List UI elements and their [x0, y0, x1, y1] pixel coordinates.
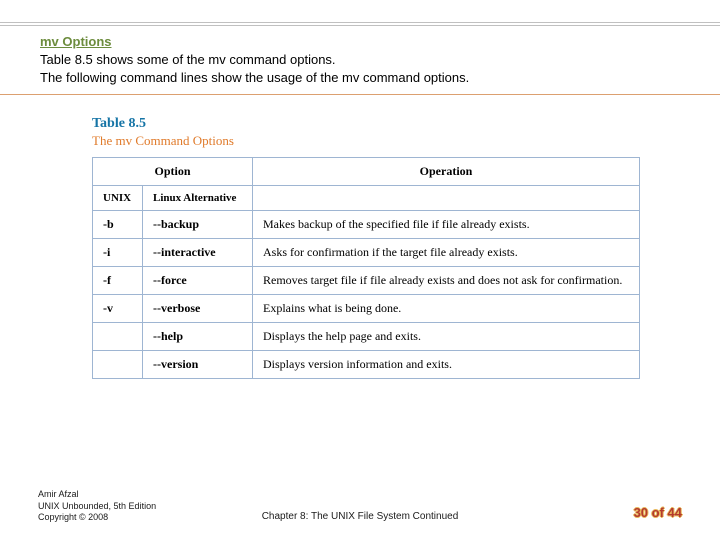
slide: mv Options Table 8.5 shows some of the m… [0, 0, 720, 540]
table-row: --version Displays version information a… [93, 351, 640, 379]
cell-unix [93, 323, 143, 351]
cell-unix [93, 351, 143, 379]
col-option: Option [93, 158, 253, 186]
intro-line-2: The following command lines show the usa… [40, 70, 469, 85]
col-operation: Operation [253, 158, 640, 186]
table-8-5: Table 8.5 The mv Command Options Option … [92, 116, 640, 379]
cell-linux: --help [143, 323, 253, 351]
cell-op: Explains what is being done. [253, 295, 640, 323]
table-title: The mv Command Options [92, 133, 640, 149]
author-name: Amir Afzal [38, 489, 79, 499]
table-header-row: Option Operation [93, 158, 640, 186]
cell-op: Removes target file if file already exis… [253, 267, 640, 295]
cell-linux: --verbose [143, 295, 253, 323]
page-number: 30 of 44 [634, 505, 682, 520]
table-row: -v --verbose Explains what is being done… [93, 295, 640, 323]
cell-unix: -v [93, 295, 143, 323]
subcol-linux: Linux Alternative [143, 186, 253, 211]
cell-unix: -f [93, 267, 143, 295]
cell-unix: -b [93, 211, 143, 239]
table-row: -i --interactive Asks for confirmation i… [93, 239, 640, 267]
slide-footer: Amir Afzal UNIX Unbounded, 5th Edition C… [38, 476, 682, 524]
intro-line-1: Table 8.5 shows some of the mv command o… [40, 52, 336, 67]
cell-linux: --version [143, 351, 253, 379]
cell-op: Displays version information and exits. [253, 351, 640, 379]
subcol-op-empty [253, 186, 640, 211]
table-row: -f --force Removes target file if file a… [93, 267, 640, 295]
orange-separator [0, 94, 720, 95]
cell-unix: -i [93, 239, 143, 267]
cell-linux: --backup [143, 211, 253, 239]
cell-op: Asks for confirmation if the target file… [253, 239, 640, 267]
cell-op: Displays the help page and exits. [253, 323, 640, 351]
content-area: mv Options Table 8.5 shows some of the m… [40, 34, 680, 86]
table-row: --help Displays the help page and exits. [93, 323, 640, 351]
table-row: -b --backup Makes backup of the specifie… [93, 211, 640, 239]
mv-options-table: Option Operation UNIX Linux Alternative … [92, 157, 640, 379]
cell-linux: --force [143, 267, 253, 295]
intro-text: Table 8.5 shows some of the mv command o… [40, 51, 680, 86]
table-subheader-row: UNIX Linux Alternative [93, 186, 640, 211]
book-title: UNIX Unbounded, 5th Edition [38, 501, 156, 511]
top-divider [0, 22, 720, 28]
table-label: Table 8.5 [92, 116, 640, 132]
cell-linux: --interactive [143, 239, 253, 267]
cell-op: Makes backup of the specified file if fi… [253, 211, 640, 239]
section-heading: mv Options [40, 34, 680, 49]
subcol-unix: UNIX [93, 186, 143, 211]
chapter-title: Chapter 8: The UNIX File System Continue… [38, 511, 682, 522]
